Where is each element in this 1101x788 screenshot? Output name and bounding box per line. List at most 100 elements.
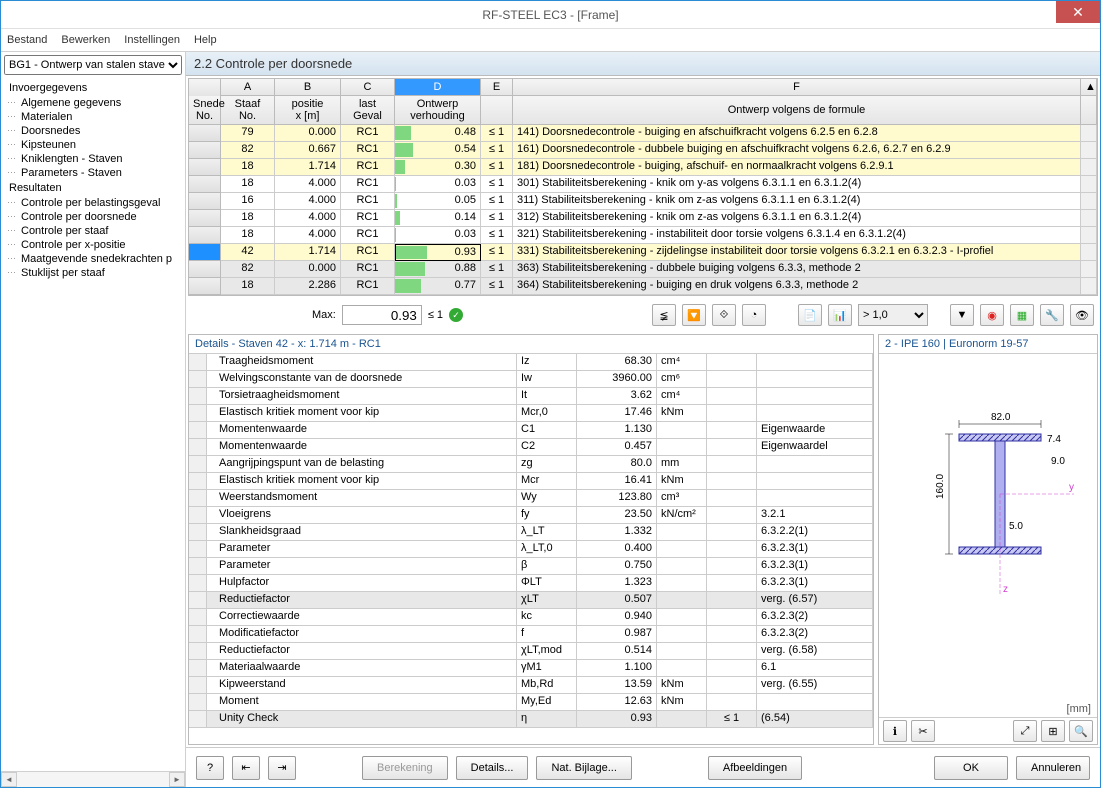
natbijlage-button[interactable]: Nat. Bijlage... bbox=[536, 756, 631, 780]
eye-icon[interactable]: 👁 bbox=[1070, 304, 1094, 326]
details-row[interactable]: ReductiefactorχLT,mod0.514verg. (6.58) bbox=[189, 643, 873, 660]
table-row[interactable]: 820.667RC10.54≤ 1161) Doorsnedecontrole … bbox=[189, 142, 1097, 159]
tree-item[interactable]: Kniklengten - Staven bbox=[1, 152, 185, 166]
export2-icon[interactable]: 📊 bbox=[828, 304, 852, 326]
filter4-icon[interactable]: ◔ bbox=[742, 304, 766, 326]
details-row[interactable]: KipweerstandMb,Rd13.59kNmverg. (6.55) bbox=[189, 677, 873, 694]
max-cond: ≤ 1 bbox=[428, 309, 443, 321]
details-row[interactable]: Slankheidsgraadλ_LT1.3326.3.2.2(1) bbox=[189, 524, 873, 541]
table-row[interactable]: 184.000RC10.03≤ 1301) Stabiliteitsbereke… bbox=[189, 176, 1097, 193]
color1-icon[interactable]: ◉ bbox=[980, 304, 1004, 326]
table-row[interactable]: 164.000RC10.05≤ 1311) Stabiliteitsbereke… bbox=[189, 193, 1097, 210]
filter3-icon[interactable]: ⟐ bbox=[712, 304, 736, 326]
max-value-input[interactable] bbox=[342, 305, 422, 325]
row-selector[interactable] bbox=[189, 142, 221, 159]
next-icon[interactable]: ⇥ bbox=[268, 756, 296, 780]
help-icon[interactable]: ? bbox=[196, 756, 224, 780]
nav-tree: Invoergegevens Algemene gegevens Materia… bbox=[1, 78, 185, 771]
table-row[interactable]: 181.714RC10.30≤ 1181) Doorsnedecontrole … bbox=[189, 159, 1097, 176]
menu-help[interactable]: Help bbox=[194, 34, 217, 46]
ok-button[interactable]: OK bbox=[934, 756, 1008, 780]
details-row[interactable]: Welvingsconstante van de doorsnedeIw3960… bbox=[189, 371, 873, 388]
filter2-icon[interactable]: 🔽 bbox=[682, 304, 706, 326]
tree-item[interactable]: Parameters - Staven bbox=[1, 166, 185, 180]
svg-text:9.0: 9.0 bbox=[1051, 456, 1065, 467]
svg-text:5.0: 5.0 bbox=[1009, 521, 1023, 532]
table-row[interactable]: 182.286RC10.77≤ 1364) Stabiliteitsbereke… bbox=[189, 278, 1097, 295]
details-row[interactable]: TorsietraagheidsmomentIt3.62cm⁴ bbox=[189, 388, 873, 405]
tree-item[interactable]: Controle per belastingsgeval bbox=[1, 196, 185, 210]
tool5-icon[interactable]: 🔧 bbox=[1040, 304, 1064, 326]
details-row[interactable]: Parameterβ0.7506.3.2.3(1) bbox=[189, 558, 873, 575]
close-button[interactable]: ✕ bbox=[1056, 1, 1100, 23]
table-row[interactable]: 790.000RC10.48≤ 1141) Doorsnedecontrole … bbox=[189, 125, 1097, 142]
row-selector[interactable] bbox=[189, 159, 221, 176]
max-label: Max: bbox=[312, 309, 336, 321]
tree-item[interactable]: Controle per x-positie bbox=[1, 238, 185, 252]
info-icon[interactable]: ℹ bbox=[883, 720, 907, 742]
menu-bewerken[interactable]: Bewerken bbox=[61, 34, 110, 46]
row-selector[interactable] bbox=[189, 244, 221, 261]
section-preview: 82.0 160.0 7.4 9.0 5.0 y z bbox=[879, 354, 1097, 701]
ratio-filter-select[interactable]: > 1,0 bbox=[858, 304, 928, 326]
row-selector[interactable] bbox=[189, 261, 221, 278]
tree-item[interactable]: Doorsnedes bbox=[1, 124, 185, 138]
row-selector[interactable] bbox=[189, 176, 221, 193]
annuleren-button[interactable]: Annuleren bbox=[1016, 756, 1090, 780]
afbeeldingen-button[interactable]: Afbeeldingen bbox=[708, 756, 802, 780]
details-row[interactable]: MateriaalwaardeγM11.1006.1 bbox=[189, 660, 873, 677]
check-ok-icon: ✓ bbox=[449, 308, 463, 322]
scroll-track[interactable] bbox=[17, 772, 169, 787]
row-selector[interactable] bbox=[189, 227, 221, 244]
row-selector[interactable] bbox=[189, 278, 221, 295]
prev-icon[interactable]: ⇤ bbox=[232, 756, 260, 780]
details-row[interactable]: Unity Checkη0.93≤ 1(6.54) bbox=[189, 711, 873, 728]
details-row[interactable]: MomentMy,Ed12.63kNm bbox=[189, 694, 873, 711]
details-row[interactable]: Aangrijpingspunt van de belastingzg80.0m… bbox=[189, 456, 873, 473]
filter1-icon[interactable]: ≨ bbox=[652, 304, 676, 326]
scroll-right-icon[interactable]: ► bbox=[169, 772, 185, 787]
scissors-icon[interactable]: ✂ bbox=[911, 720, 935, 742]
tree-item[interactable]: Algemene gegevens bbox=[1, 96, 185, 110]
table-row[interactable]: 421.714RC10.93≤ 1331) Stabiliteitsbereke… bbox=[189, 244, 1097, 261]
details-row[interactable]: MomentenwaardeC11.130Eigenwaarde bbox=[189, 422, 873, 439]
berekening-button[interactable]: Berekening bbox=[362, 756, 448, 780]
tree-item[interactable]: Controle per staaf bbox=[1, 224, 185, 238]
row-selector[interactable] bbox=[189, 210, 221, 227]
details-row[interactable]: Modificatiefactorf0.9876.3.2.3(2) bbox=[189, 626, 873, 643]
table-row[interactable]: 184.000RC10.03≤ 1321) Stabiliteitsbereke… bbox=[189, 227, 1097, 244]
menu-instellingen[interactable]: Instellingen bbox=[124, 34, 180, 46]
tree-item[interactable]: Kipsteunen bbox=[1, 138, 185, 152]
details-row[interactable]: TraagheidsmomentIz68.30cm⁴ bbox=[189, 354, 873, 371]
details-row[interactable]: HulpfactorΦLT1.3236.3.2.3(1) bbox=[189, 575, 873, 592]
table-row[interactable]: 820.000RC10.88≤ 1363) Stabiliteitsbereke… bbox=[189, 261, 1097, 278]
tree-item[interactable]: Materialen bbox=[1, 110, 185, 124]
menu-bestand[interactable]: Bestand bbox=[7, 34, 47, 46]
table-row[interactable]: 184.000RC10.14≤ 1312) Stabiliteitsbereke… bbox=[189, 210, 1097, 227]
details-row[interactable]: ReductiefactorχLT0.507verg. (6.57) bbox=[189, 592, 873, 609]
loadcase-selector[interactable]: BG1 - Ontwerp van stalen stave bbox=[4, 55, 182, 75]
tree-item[interactable]: Stuklijst per staaf bbox=[1, 266, 185, 280]
zoom-icon[interactable]: 🔍 bbox=[1069, 720, 1093, 742]
axis-icon[interactable]: ⤢ bbox=[1013, 720, 1037, 742]
tree-group-resultaten[interactable]: Resultaten bbox=[1, 180, 185, 196]
funnel-icon[interactable]: ▼ bbox=[950, 304, 974, 326]
details-row[interactable]: Elastisch kritiek moment voor kipMcr,017… bbox=[189, 405, 873, 422]
details-row[interactable]: Elastisch kritiek moment voor kipMcr16.4… bbox=[189, 473, 873, 490]
details-row[interactable]: MomentenwaardeC20.457Eigenwaardel bbox=[189, 439, 873, 456]
tree-group-invoer[interactable]: Invoergegevens bbox=[1, 80, 185, 96]
details-row[interactable]: Parameterλ_LT,00.4006.3.2.3(1) bbox=[189, 541, 873, 558]
details-button[interactable]: Details... bbox=[456, 756, 529, 780]
details-row[interactable]: WeerstandsmomentWy123.80cm³ bbox=[189, 490, 873, 507]
details-row[interactable]: Correctiewaardekc0.9406.3.2.3(2) bbox=[189, 609, 873, 626]
main-grid: A B C D E F ▲ Snede No. Staaf No. positi… bbox=[188, 78, 1098, 296]
row-selector[interactable] bbox=[189, 125, 221, 142]
grid-icon[interactable]: ⊞ bbox=[1041, 720, 1065, 742]
tree-item[interactable]: Maatgevende snedekrachten p bbox=[1, 252, 185, 266]
scroll-left-icon[interactable]: ◄ bbox=[1, 772, 17, 787]
details-row[interactable]: Vloeigrensfy23.50kN/cm²3.2.1 bbox=[189, 507, 873, 524]
color2-icon[interactable]: ▦ bbox=[1010, 304, 1034, 326]
row-selector[interactable] bbox=[189, 193, 221, 210]
export1-icon[interactable]: 📄 bbox=[798, 304, 822, 326]
tree-item[interactable]: Controle per doorsnede bbox=[1, 210, 185, 224]
